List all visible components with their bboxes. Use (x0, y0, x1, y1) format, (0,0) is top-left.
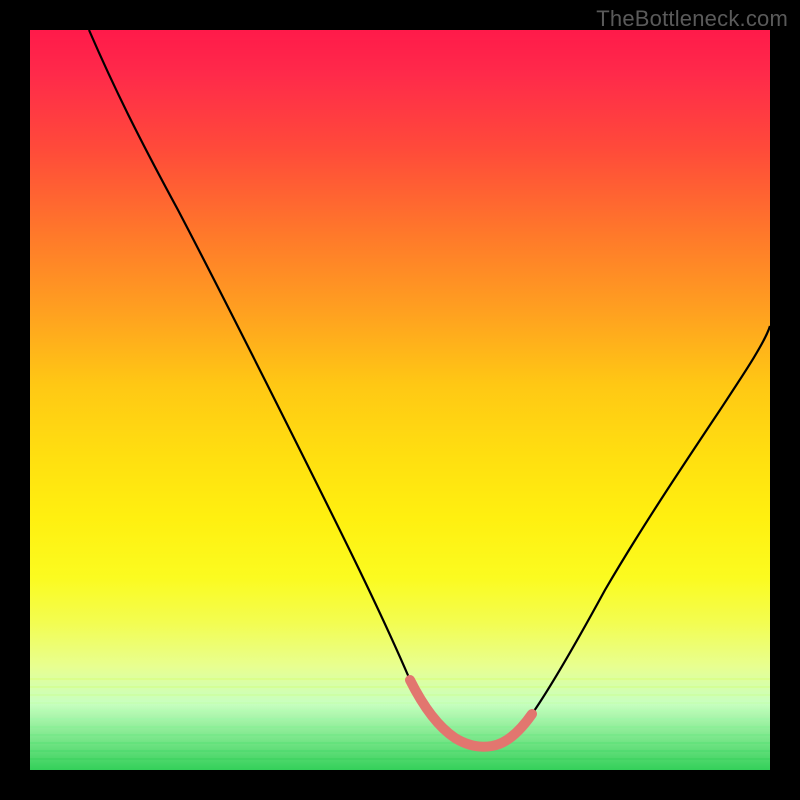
bottleneck-curve (89, 30, 770, 747)
chart-frame: TheBottleneck.com (0, 0, 800, 800)
watermark-text: TheBottleneck.com (596, 6, 788, 32)
valley-marker (410, 680, 532, 747)
plot-area (30, 30, 770, 770)
chart-svg (30, 30, 770, 770)
